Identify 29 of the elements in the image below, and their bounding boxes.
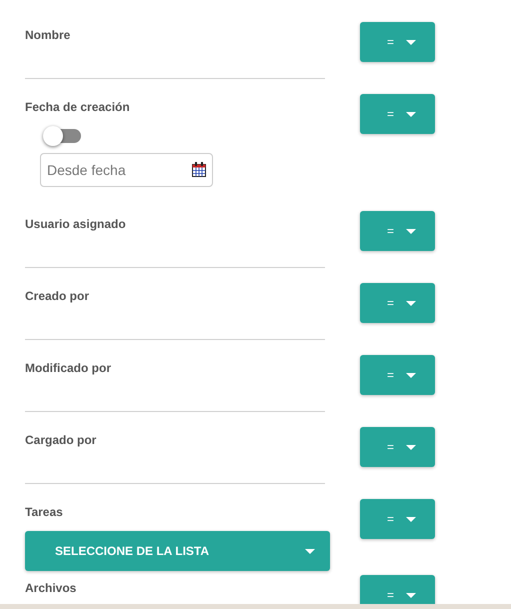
operator-dropdown[interactable]: = xyxy=(360,575,435,604)
field-label: Nombre xyxy=(25,28,72,42)
caret-icon xyxy=(406,592,416,598)
field-label: Modificado por xyxy=(25,361,112,375)
field-label: Tareas xyxy=(25,505,64,519)
operator-dropdown[interactable]: = xyxy=(360,427,435,467)
caret-icon xyxy=(406,112,416,116)
operator-dropdown[interactable]: = xyxy=(360,211,435,251)
date-field[interactable]: Desde fecha xyxy=(40,153,213,187)
field-label: Archivos xyxy=(25,581,78,595)
caret-icon xyxy=(406,372,416,378)
toggle-switch[interactable] xyxy=(45,129,81,143)
operator-dropdown[interactable]: = xyxy=(360,283,435,323)
caret-icon xyxy=(406,40,416,44)
caret-icon xyxy=(305,548,315,554)
caret-icon xyxy=(406,516,416,522)
field-label: Creado por xyxy=(25,289,90,303)
caret-icon xyxy=(406,444,416,450)
operator-dropdown[interactable]: = xyxy=(360,355,435,395)
caret-icon xyxy=(406,228,416,234)
field-label: Cargado por xyxy=(25,433,98,447)
caret-icon xyxy=(406,300,416,306)
list-select[interactable]: SELECCIONE DE LA LISTA xyxy=(25,531,330,571)
operator-dropdown[interactable]: = xyxy=(360,22,435,62)
operator-dropdown[interactable]: = xyxy=(360,94,435,134)
field-label: Usuario asignado xyxy=(25,217,127,231)
operator-dropdown[interactable]: = xyxy=(360,499,435,539)
field-label: Fecha de creación xyxy=(25,100,131,114)
calendar-icon[interactable] xyxy=(192,162,206,177)
